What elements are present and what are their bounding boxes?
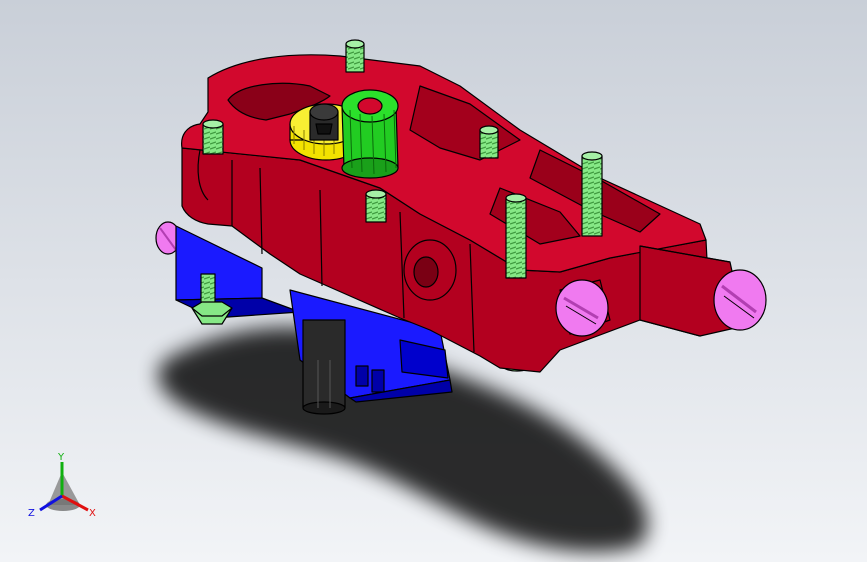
stud-right-short[interactable]	[479, 125, 499, 159]
stud-front-long[interactable]	[505, 193, 527, 279]
stud-middle[interactable]	[365, 189, 387, 223]
stud-right-long[interactable]	[581, 151, 603, 237]
front-boss[interactable]	[403, 239, 457, 301]
triad-label-y: Y	[57, 452, 65, 463]
green-gear[interactable]	[341, 89, 399, 179]
stud-top-left[interactable]	[202, 119, 224, 155]
triad-label-x: X	[89, 508, 96, 519]
gear-shaft[interactable]	[309, 103, 339, 141]
drive-shaft[interactable]	[302, 319, 346, 415]
triad-label-z: Z	[28, 508, 35, 519]
stud-top-center[interactable]	[345, 39, 365, 73]
cad-viewport[interactable]: Y X Z	[0, 0, 867, 562]
